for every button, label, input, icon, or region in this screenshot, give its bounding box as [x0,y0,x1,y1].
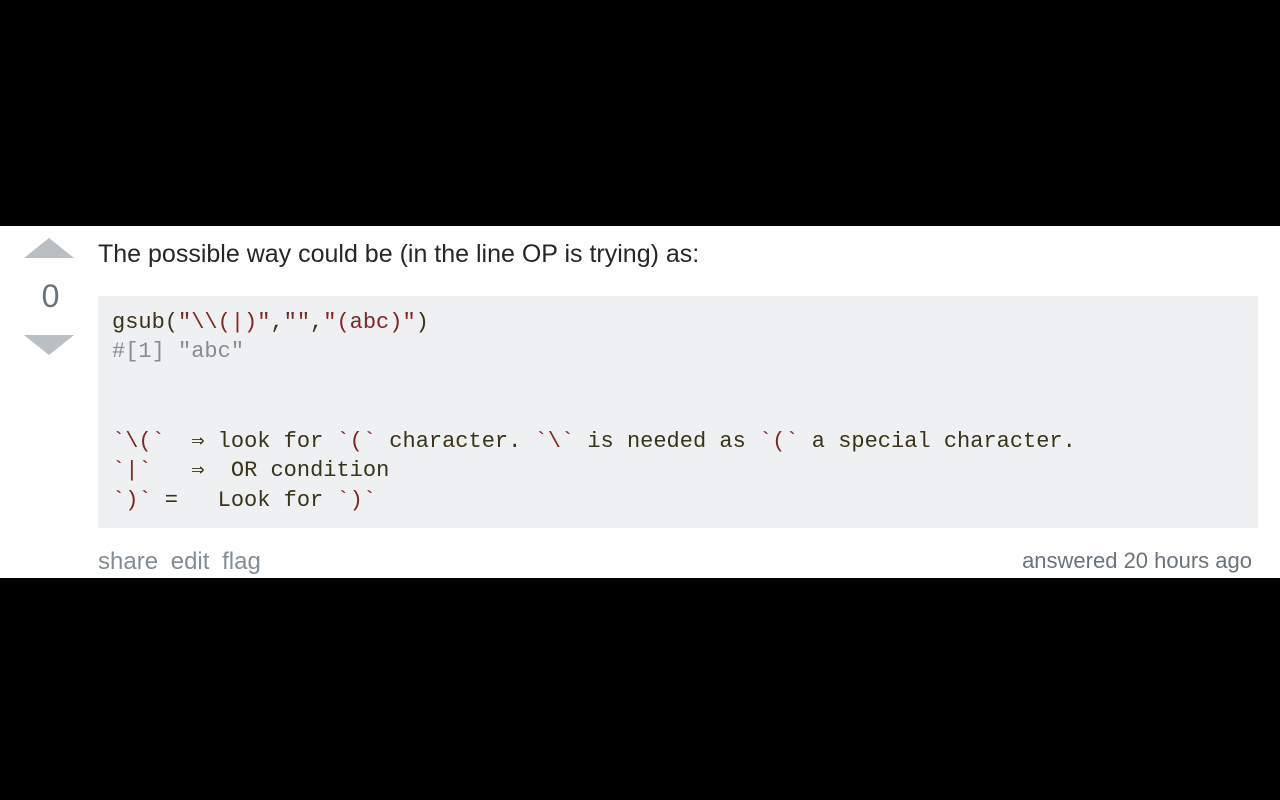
answer-actions-row: share edit flag answered 20 hours ago [98,548,1258,576]
code-backtick: `(` [759,429,799,454]
code-text: gsub( [112,310,178,335]
code-text: a special character. [799,429,1076,454]
code-text: character. [376,429,534,454]
code-text: ⇒ look for [165,429,337,454]
code-text: is needed as [574,429,759,454]
code-comment: #[1] "abc" [112,339,244,364]
action-links: share edit flag [98,548,267,576]
code-text: = Look for [152,488,337,513]
code-string: "(abc)" [323,310,415,335]
answer-intro-text: The possible way could be (in the line O… [98,238,1258,272]
answered-timestamp: answered 20 hours ago [1022,548,1252,574]
vote-column: 0 [0,226,98,578]
code-string: "\\(|)" [178,310,270,335]
code-backtick: `)` [112,488,152,513]
upvote-icon[interactable] [24,238,74,258]
code-block: gsub("\\(|)","","(abc)") #[1] "abc" `\(`… [98,296,1258,528]
share-link[interactable]: share [98,548,158,575]
code-string: "" [284,310,310,335]
code-text: ) [416,310,429,335]
code-backtick: `\` [535,429,575,454]
code-backtick: `)` [336,488,376,513]
code-backtick: `\(` [112,429,165,454]
code-text: , [310,310,323,335]
answer-content: The possible way could be (in the line O… [98,226,1280,578]
answer-card: 0 The possible way could be (in the line… [0,226,1280,578]
edit-link[interactable]: edit [171,548,210,575]
code-text: ⇒ OR condition [152,458,390,483]
downvote-icon[interactable] [24,335,74,355]
code-backtick: `|` [112,458,152,483]
code-text: , [270,310,283,335]
code-backtick: `(` [336,429,376,454]
flag-link[interactable]: flag [222,548,261,575]
vote-count: 0 [39,260,60,333]
